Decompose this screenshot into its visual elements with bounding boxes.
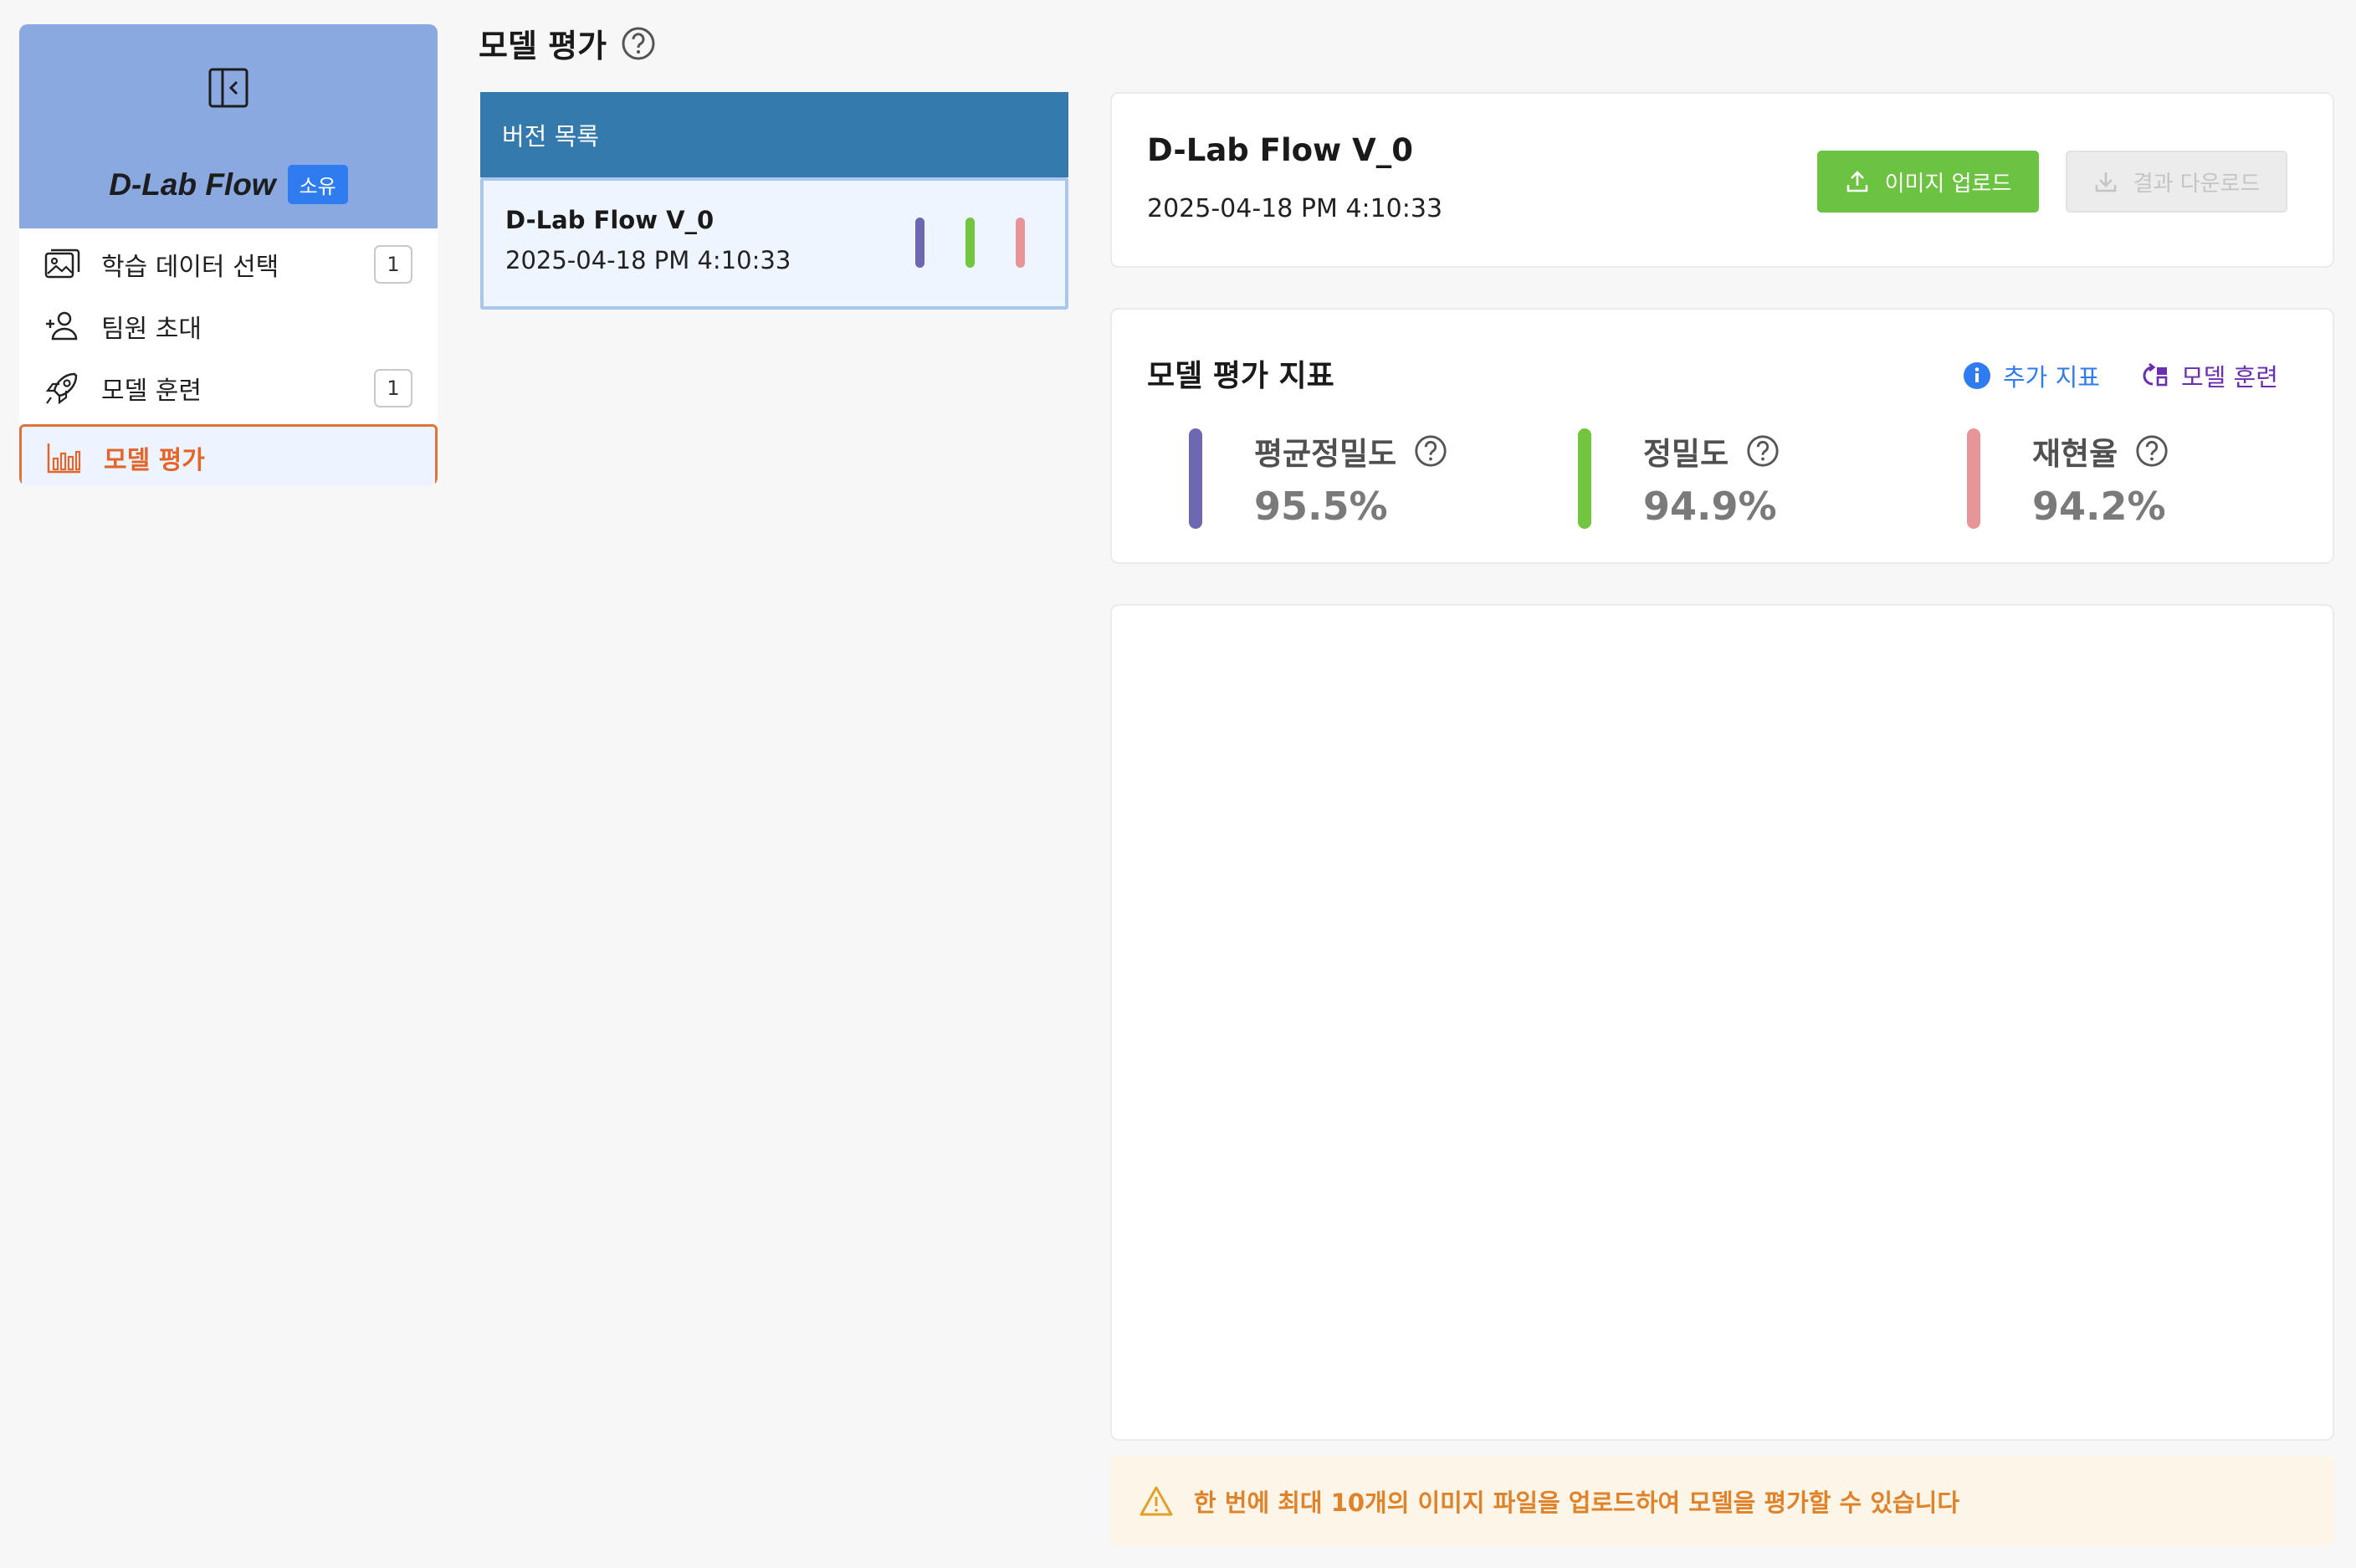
metric-label-text: 재현율	[2032, 436, 2118, 472]
notice-text: 한 번에 최대 10개의 이미지 파일을 업로드하여 모델을 평가할 수 있습니…	[1194, 1489, 1960, 1517]
version-item[interactable]: D-Lab Flow V_0 2025-04-18 PM 4:10:33	[480, 177, 1068, 310]
upload-icon	[1846, 171, 1867, 192]
metric-indicator-average-precision	[915, 218, 924, 268]
model-training-label: 모델 훈련	[2181, 363, 2278, 392]
model-date: 2025-04-18 PM 4:10:33	[1147, 194, 1443, 223]
extra-metrics-label: 추가 지표	[2003, 363, 2100, 392]
metric-label-text: 평균정밀도	[1254, 436, 1397, 472]
warning-icon	[1140, 1486, 1173, 1516]
image-gallery-icon	[44, 249, 80, 279]
sidebar: D-Lab Flow 소유 학습 데이터 선택 1 팀원 초대 모델 훈련 1 …	[19, 24, 438, 486]
sidebar-item-label: 모델 훈련	[101, 377, 202, 406]
count-badge: 1	[374, 245, 412, 284]
metric-bar	[1578, 428, 1591, 529]
rocket-icon	[45, 372, 78, 405]
upload-limit-notice: 한 번에 최대 10개의 이미지 파일을 업로드하여 모델을 평가할 수 있습니…	[1110, 1456, 2334, 1546]
sidebar-item-model-training[interactable]: 모델 훈련 1	[19, 357, 438, 419]
sidebar-menu: 학습 데이터 선택 1 팀원 초대 모델 훈련 1 모델 평가	[19, 228, 438, 486]
sidebar-item-invite[interactable]: 팀원 초대	[19, 295, 438, 357]
sidebar-item-label: 팀원 초대	[101, 315, 202, 344]
help-icon[interactable]	[1413, 433, 1448, 469]
bar-chart-icon	[47, 443, 81, 474]
result-download-button[interactable]: 결과 다운로드	[2066, 151, 2287, 213]
help-icon[interactable]	[620, 25, 657, 62]
metric-indicator-recall	[1016, 218, 1025, 268]
metric-value: 95.5%	[1254, 484, 1388, 529]
metric-value: 94.2%	[2032, 484, 2166, 529]
sidebar-item-label: 모델 평가	[104, 446, 205, 475]
metric-value: 94.9%	[1643, 484, 1777, 529]
help-icon[interactable]	[2134, 433, 2169, 469]
brand: D-Lab Flow 소유	[19, 165, 438, 204]
version-name: D-Lab Flow V_0	[505, 206, 714, 234]
sidebar-item-label: 학습 데이터 선택	[101, 253, 279, 282]
model-info-card: D-Lab Flow V_0 2025-04-18 PM 4:10:33 이미지…	[1110, 92, 2334, 268]
metric-indicator-precision	[965, 218, 975, 268]
ownership-badge: 소유	[287, 165, 348, 204]
user-plus-icon	[46, 311, 78, 341]
image-upload-label: 이미지 업로드	[1884, 171, 2012, 197]
result-download-label: 결과 다운로드	[2133, 171, 2261, 197]
metrics-card: 모델 평가 지표 추가 지표 모델 훈련 평균정밀도 95.5% 정밀도 94.…	[1110, 308, 2334, 564]
sidebar-header: D-Lab Flow 소유	[19, 24, 438, 228]
metric-label: 정밀도	[1643, 428, 1780, 474]
evaluation-results-area[interactable]	[1110, 604, 2334, 1441]
metrics-title: 모델 평가 지표	[1147, 359, 1334, 393]
model-training-link[interactable]: 모델 훈련	[2141, 358, 2278, 393]
version-list-header: 버전 목록	[480, 92, 1068, 177]
metric-label-text: 정밀도	[1643, 436, 1729, 472]
sidebar-item-training-data[interactable]: 학습 데이터 선택 1	[19, 233, 438, 295]
metric-bar	[1189, 428, 1202, 529]
model-name: D-Lab Flow V_0	[1147, 132, 1413, 168]
version-list: 버전 목록 D-Lab Flow V_0 2025-04-18 PM 4:10:…	[480, 92, 1068, 311]
train-swap-icon	[2143, 362, 2168, 387]
page-title: 모델 평가	[479, 20, 657, 66]
image-upload-button[interactable]: 이미지 업로드	[1817, 151, 2039, 213]
brand-title: D-Lab Flow	[109, 167, 276, 202]
download-icon	[2095, 172, 2116, 192]
extra-metrics-link[interactable]: 추가 지표	[1963, 358, 2100, 393]
sidebar-item-model-evaluation[interactable]: 모델 평가	[19, 424, 438, 486]
metric-label: 평균정밀도	[1254, 428, 1448, 474]
metric-label: 재현율	[2032, 428, 2169, 474]
page-title-text: 모델 평가	[479, 28, 607, 64]
info-icon	[1964, 362, 1990, 389]
version-date: 2025-04-18 PM 4:10:33	[505, 246, 791, 274]
metric-bar	[1967, 428, 1980, 529]
sidebar-collapse-icon[interactable]	[207, 66, 250, 110]
help-icon[interactable]	[1745, 433, 1780, 469]
count-badge: 1	[374, 369, 412, 407]
